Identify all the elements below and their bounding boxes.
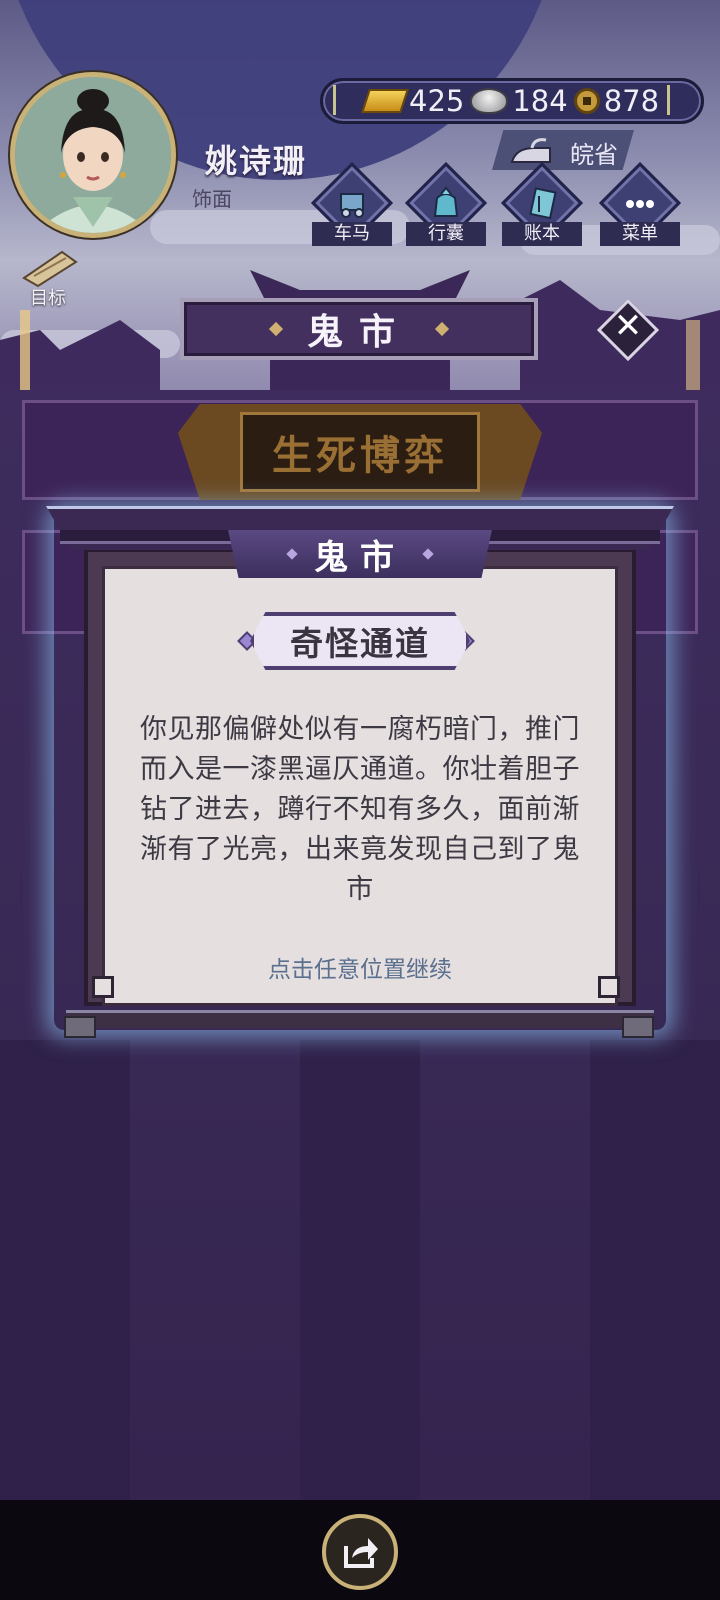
beam-end-cap <box>622 1016 654 1038</box>
bamboo-decoration-icon <box>667 85 693 115</box>
player-name: 姚诗珊 <box>205 142 308 180</box>
copper-counter: 878 <box>573 84 660 118</box>
dialog-tab: 鬼市 <box>228 530 492 578</box>
copper-value: 878 <box>603 84 660 118</box>
avatar-portrait-icon <box>15 77 171 233</box>
beam-end-cap <box>64 1016 96 1038</box>
gold-counter: 425 <box>361 84 465 118</box>
silver-value: 184 <box>512 84 568 118</box>
dialog-footer-beam <box>66 1010 654 1028</box>
bamboo-decoration-icon <box>333 85 359 115</box>
background-pillar <box>300 1040 420 1500</box>
event-title: 奇怪通道 <box>290 624 430 663</box>
game-banner: 生死博弈 <box>178 404 542 500</box>
goal-button[interactable]: 目标 <box>10 248 86 310</box>
silver-ingot-icon <box>470 88 509 114</box>
frame-corner-ornament <box>598 976 620 998</box>
currency-bar: 425 184 878 <box>320 78 704 124</box>
nav-ledger-button[interactable]: 账本 <box>500 161 584 252</box>
frame-corner-ornament <box>92 976 114 998</box>
share-button[interactable] <box>322 1514 398 1590</box>
nav-menu-button[interactable]: 菜单 <box>598 161 682 252</box>
background-pillar <box>0 1040 130 1500</box>
game-title: 生死博弈 <box>272 432 448 479</box>
game-banner-plate: 生死博弈 <box>240 412 480 492</box>
diamond-ornament-icon <box>286 548 298 560</box>
menu-dots-icon <box>626 200 654 208</box>
nav-label: 行囊 <box>406 222 486 246</box>
nav-label: 车马 <box>312 222 392 246</box>
gold-value: 425 <box>409 84 465 118</box>
bag-icon <box>433 186 459 217</box>
copper-coin-icon <box>573 88 600 114</box>
nav-label: 账本 <box>502 222 582 246</box>
location-plate: 鬼市 <box>180 298 538 360</box>
location-title: 鬼市 <box>306 311 411 353</box>
event-description: 你见那偏僻处似有一腐朽暗门，推门而入是一漆黑逼仄通道。你壮着胆子钻了进去，蹲行不… <box>140 714 580 905</box>
nav-bag-button[interactable]: 行囊 <box>404 161 488 252</box>
avatar[interactable] <box>10 72 176 238</box>
scroll-icon <box>22 250 78 288</box>
diamond-ornament-icon <box>434 321 450 337</box>
nav-carriage-button[interactable]: 车马 <box>310 161 394 252</box>
player-title: 饰面 <box>192 187 232 211</box>
gold-ingot-icon <box>361 89 409 113</box>
dialog-tab-label: 鬼市 <box>314 537 406 578</box>
goal-label: 目标 <box>30 288 66 309</box>
region-label: 皖省 <box>570 141 618 169</box>
diamond-ornament-icon <box>268 321 284 337</box>
event-title-box: 奇怪通道 <box>250 612 470 670</box>
silver-counter: 184 <box>470 84 568 118</box>
ledger-icon <box>529 187 557 220</box>
carriage-icon <box>340 193 364 218</box>
close-icon: ✕ <box>613 306 643 346</box>
nav-label: 菜单 <box>600 222 680 246</box>
background-pillar <box>590 1040 720 1500</box>
continue-hint: 点击任意位置继续 <box>268 957 452 983</box>
close-button[interactable]: ✕ <box>596 298 660 362</box>
iron-icon <box>510 138 551 163</box>
diamond-ornament-icon <box>422 548 434 560</box>
region-badge[interactable]: 皖省 <box>492 130 634 170</box>
share-icon <box>344 1538 378 1568</box>
